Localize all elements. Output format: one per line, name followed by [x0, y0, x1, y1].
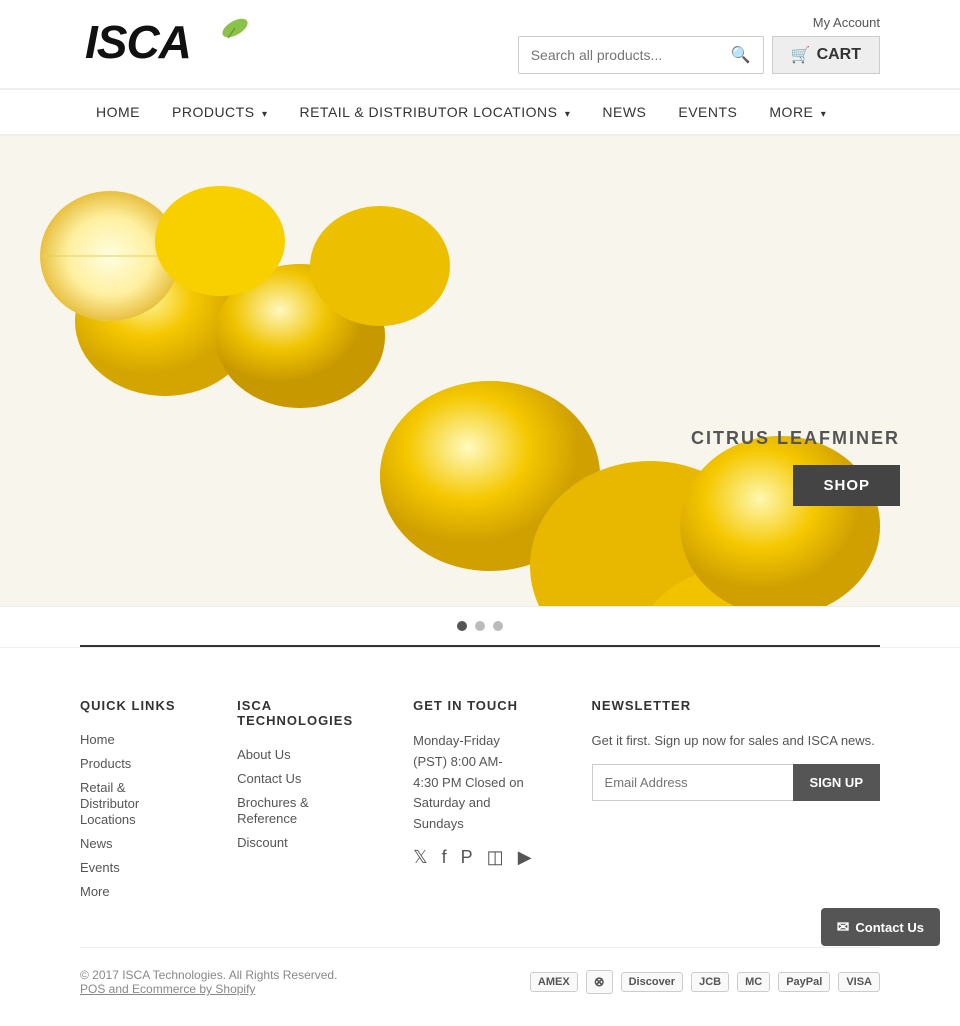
hero-dot-1[interactable] [457, 621, 467, 631]
search-box: 🔍 [518, 36, 764, 74]
nav-item-events[interactable]: EVENTS [662, 90, 753, 134]
list-item: Events [80, 859, 177, 875]
nav-link-news[interactable]: NEWS [586, 90, 662, 134]
nav-bar: HOME PRODUCTS ▾ RETAIL & DISTRIBUTOR LOC… [0, 90, 960, 136]
nav-link-locations[interactable]: RETAIL & DISTRIBUTOR LOCATIONS ▾ [283, 90, 586, 134]
contact-text: Monday-Friday (PST) 8:00 AM- 4:30 PM Clo… [413, 731, 531, 835]
nav-item-news[interactable]: NEWS [586, 90, 662, 134]
list-item: Products [80, 755, 177, 771]
newsletter-title: NEWSLETTER [592, 698, 880, 713]
hero-section: CITRUS LEAFMINER SHOP [0, 136, 960, 606]
header: ISCA My Account 🔍 🛒 CART [0, 0, 960, 90]
nav-link-events[interactable]: EVENTS [662, 90, 753, 134]
isca-links-list: About Us Contact Us Brochures & Referenc… [237, 746, 353, 850]
hero-dots [0, 606, 960, 645]
newsletter-signup-button[interactable]: SIGN UP [793, 764, 880, 801]
list-item: More [80, 883, 177, 899]
cart-button[interactable]: 🛒 CART [772, 36, 880, 74]
envelope-icon: ✉ [837, 918, 850, 936]
search-cart-row: 🔍 🛒 CART [518, 36, 880, 74]
quick-link-products[interactable]: Products [80, 756, 131, 771]
chevron-down-icon: ▾ [821, 109, 827, 120]
quick-links-list: Home Products Retail & Distributor Locat… [80, 731, 177, 899]
quick-link-news[interactable]: News [80, 836, 113, 851]
newsletter-form: SIGN UP [592, 764, 880, 801]
hero-product-label: CITRUS LEAFMINER [691, 428, 900, 449]
pinterest-icon[interactable]: P [461, 847, 473, 868]
hero-dot-2[interactable] [475, 621, 485, 631]
logo[interactable]: ISCA [80, 10, 260, 78]
list-item: About Us [237, 746, 353, 762]
copyright-text: © 2017 ISCA Technologies. All Rights Res… [80, 968, 337, 996]
nav-item-products[interactable]: PRODUCTS ▾ [156, 90, 283, 134]
footer-isca: ISCA TECHNOLOGIES About Us Contact Us Br… [237, 698, 353, 907]
list-item: Brochures & Reference [237, 794, 353, 826]
paypal-icon: PayPal [778, 972, 830, 992]
nav-link-products[interactable]: PRODUCTS ▾ [156, 90, 283, 134]
quick-link-events[interactable]: Events [80, 860, 120, 875]
newsletter-email-input[interactable] [592, 764, 793, 801]
footer-quick-links: QUICK LINKS Home Products Retail & Distr… [80, 698, 177, 907]
hero-shop-button[interactable]: SHOP [793, 465, 900, 506]
footer: QUICK LINKS Home Products Retail & Distr… [0, 647, 960, 1026]
quick-link-locations[interactable]: Retail & Distributor Locations [80, 780, 139, 827]
nav-item-home[interactable]: HOME [80, 90, 156, 134]
mastercard-icon: MC [737, 972, 770, 992]
social-icons: 𝕏 f P ◫ ▶ [413, 847, 531, 868]
chevron-down-icon: ▾ [565, 109, 571, 120]
quick-links-title: QUICK LINKS [80, 698, 177, 713]
nav-list: HOME PRODUCTS ▾ RETAIL & DISTRIBUTOR LOC… [80, 90, 880, 134]
nav-item-locations[interactable]: RETAIL & DISTRIBUTOR LOCATIONS ▾ [283, 90, 586, 134]
twitter-icon[interactable]: 𝕏 [413, 847, 428, 868]
jcb-icon: JCB [691, 972, 729, 992]
account-link[interactable]: My Account [813, 15, 880, 30]
quick-link-home[interactable]: Home [80, 732, 115, 747]
hero-dot-3[interactable] [493, 621, 503, 631]
footer-columns: QUICK LINKS Home Products Retail & Distr… [80, 698, 880, 907]
isca-title: ISCA TECHNOLOGIES [237, 698, 353, 728]
newsletter-desc: Get it first. Sign up now for sales and … [592, 731, 880, 752]
isca-link-brochures[interactable]: Brochures & Reference [237, 795, 309, 826]
youtube-icon[interactable]: ▶ [518, 847, 532, 868]
cart-label: CART [817, 46, 861, 64]
list-item: Discount [237, 834, 353, 850]
hero-image: CITRUS LEAFMINER SHOP [0, 136, 960, 606]
hero-overlay: CITRUS LEAFMINER SHOP [691, 428, 900, 506]
shopify-link[interactable]: POS and Ecommerce by Shopify [80, 982, 255, 996]
list-item: Retail & Distributor Locations [80, 779, 177, 827]
list-item: Contact Us [237, 770, 353, 786]
isca-link-contact[interactable]: Contact Us [237, 771, 301, 786]
search-input[interactable] [519, 39, 719, 71]
floating-contact-button[interactable]: ✉ Contact Us [821, 908, 940, 946]
nav-item-more[interactable]: MORE ▾ [753, 90, 842, 134]
visa-icon: VISA [838, 972, 880, 992]
chevron-down-icon: ▾ [262, 109, 268, 120]
nav-link-more[interactable]: MORE ▾ [753, 90, 842, 134]
isca-link-about[interactable]: About Us [237, 747, 290, 762]
facebook-icon[interactable]: f [442, 847, 447, 868]
amex-icon: AMEX [530, 972, 578, 992]
header-right: My Account 🔍 🛒 CART [518, 15, 880, 74]
list-item: News [80, 835, 177, 851]
payment-icons: AMEX ⊗ Discover JCB MC PayPal VISA [530, 970, 880, 994]
footer-contact: GET IN TOUCH Monday-Friday (PST) 8:00 AM… [413, 698, 531, 907]
discover-icon: Discover [621, 972, 683, 992]
nav-link-home[interactable]: HOME [80, 90, 156, 134]
quick-link-more[interactable]: More [80, 884, 110, 899]
footer-newsletter: NEWSLETTER Get it first. Sign up now for… [592, 698, 880, 907]
floating-contact-label: Contact Us [855, 920, 924, 935]
cart-icon: 🛒 [791, 45, 811, 65]
isca-link-discount[interactable]: Discount [237, 835, 288, 850]
instagram-icon[interactable]: ◫ [487, 847, 504, 868]
search-button[interactable]: 🔍 [719, 37, 763, 73]
footer-bottom: © 2017 ISCA Technologies. All Rights Res… [80, 947, 880, 996]
diners-icon: ⊗ [586, 970, 613, 994]
list-item: Home [80, 731, 177, 747]
logo-text: ISCA [80, 10, 260, 78]
get-in-touch-title: GET IN TOUCH [413, 698, 531, 713]
svg-text:ISCA: ISCA [85, 16, 191, 68]
